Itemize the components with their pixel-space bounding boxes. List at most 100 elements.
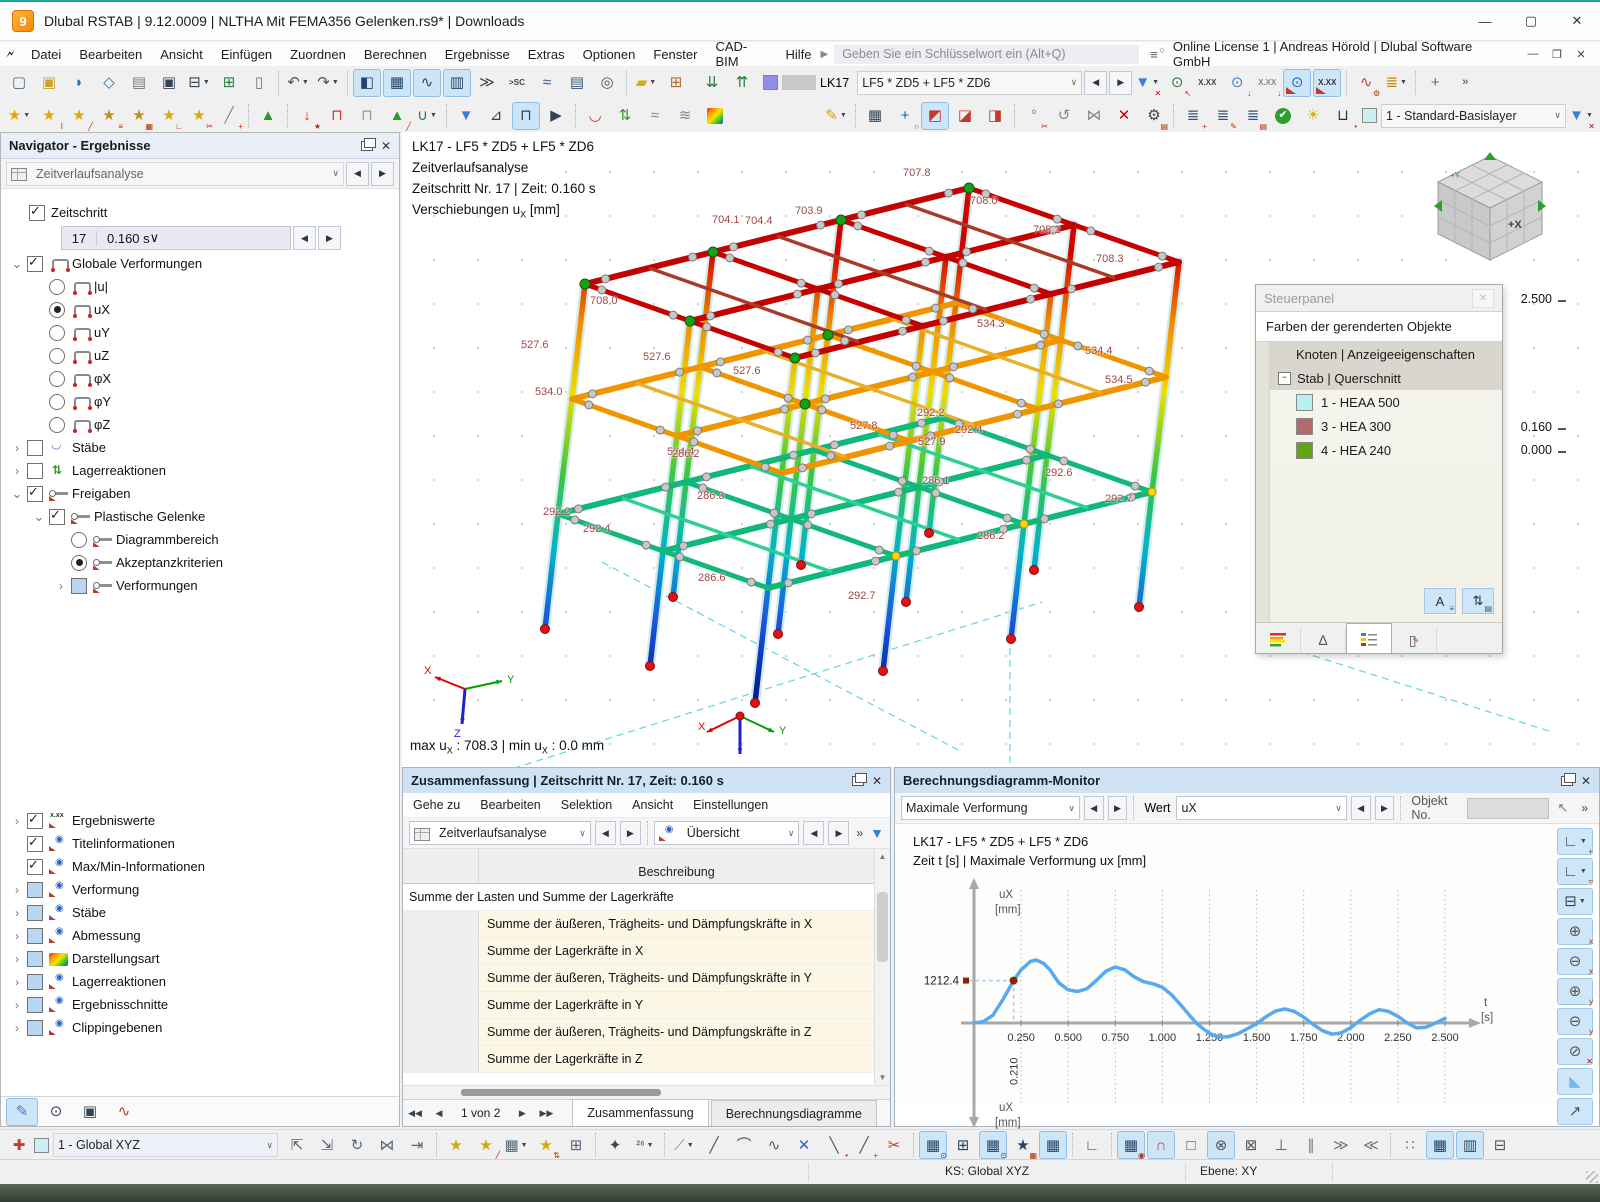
monitor-close-icon[interactable]: ✕ <box>1581 774 1591 788</box>
new-member-set-icon[interactable]: ★≡ <box>95 102 123 130</box>
timestep-number[interactable]: 17 <box>62 231 97 246</box>
summary-analysis-combo[interactable]: Zeitverlaufsanalyse∨ <box>409 821 591 845</box>
animation-icon[interactable]: ▶ <box>542 102 570 130</box>
checkbox-st-be[interactable] <box>27 905 43 921</box>
analysis-type-combo[interactable]: Zeitverlaufsanalyse∨ <box>6 162 344 186</box>
timestep-next-button[interactable]: ▶ <box>318 226 341 250</box>
summary-row-0[interactable]: Summe der Lasten und Summe der Lagerkräf… <box>403 884 874 911</box>
extend-tool-icon[interactable]: ╱+ <box>850 1131 878 1159</box>
show-result-table-icon[interactable]: ▥ <box>443 69 471 97</box>
tree-item-|u|[interactable]: |u| <box>1 275 399 298</box>
new-member-icon[interactable]: ★╱ <box>65 102 93 130</box>
mirror-block-icon[interactable]: ⋈ <box>373 1131 401 1159</box>
monitor-prev-button[interactable]: ◀ <box>1084 796 1104 820</box>
color-scale-icon[interactable] <box>701 102 729 130</box>
tree-item-ergebnisschnitte[interactable]: ›Ergebnisschnitte <box>1 993 399 1016</box>
line-tool-icon[interactable]: ╱ <box>700 1131 728 1159</box>
close-button[interactable]: ✕ <box>1554 2 1600 40</box>
divide-member-icon[interactable]: ★✂ <box>185 102 213 130</box>
member-on-nodes-icon[interactable]: ⊓ <box>323 102 351 130</box>
insert-node-icon[interactable]: ↓★ <box>293 102 321 130</box>
intersect-tool-icon[interactable]: ✕ <box>790 1131 818 1159</box>
tree-item-abmessung[interactable]: ›Abmessung <box>1 924 399 947</box>
tree-item-st-be[interactable]: ›Stäbe <box>1 436 399 459</box>
result-smoothing-sets-icon[interactable]: ≋ <box>671 102 699 130</box>
new-model-icon[interactable]: ▢ <box>5 69 33 97</box>
tree-item-uz[interactable]: uZ <box>1 344 399 367</box>
tree-item-verformung[interactable]: ›Verformung <box>1 878 399 901</box>
snap-arc-icon[interactable]: ∩ <box>1147 1131 1175 1159</box>
checkbox-darstellungsart[interactable] <box>27 951 43 967</box>
collapse-icon[interactable]: − <box>1278 372 1291 385</box>
search-collapse-icon[interactable]: ▶ <box>820 49 828 60</box>
radio-uy[interactable] <box>49 325 65 341</box>
show-deformed-icon[interactable]: ⊙↓ <box>1223 69 1251 97</box>
edit-tables-icon[interactable]: ⊞ <box>662 69 690 97</box>
radio--x[interactable] <box>49 371 65 387</box>
timestep-combo[interactable]: 17 0.160 s ∨ ◀ ▶ <box>61 226 341 250</box>
checkbox-lagerreaktionen[interactable] <box>27 463 43 479</box>
maximize-button[interactable]: ▢ <box>1508 2 1554 40</box>
mirror-tool-icon[interactable]: ⋈ <box>1080 102 1108 130</box>
radio--y[interactable] <box>49 394 65 410</box>
tab-factors[interactable]: ∆ <box>1301 627 1346 653</box>
print-icon[interactable]: ⊟▼ <box>185 69 213 97</box>
summary-row-7[interactable] <box>403 1073 874 1085</box>
checkbox-st-be[interactable] <box>27 440 43 456</box>
menu-ergebnisse[interactable]: Ergebnisse <box>436 42 519 66</box>
monitor-value-combo[interactable]: uX∨ <box>1176 796 1346 820</box>
legend-item-3-hea-300[interactable]: 3 - HEA 300 <box>1270 414 1502 438</box>
report-list-icon[interactable]: ▤ <box>563 69 591 97</box>
partial-view-icon[interactable]: ⊿ <box>482 102 510 130</box>
tab-color-scale[interactable] <box>1256 627 1301 653</box>
trim-tool-icon[interactable]: ╲• <box>820 1131 848 1159</box>
workplane-yz-icon[interactable]: ◪ <box>951 102 979 130</box>
time-history-chart[interactable]: 0.2500.5000.7501.0001.2501.5001.7502.000… <box>899 868 1539 1130</box>
show-result-values-icon[interactable]: X.XX <box>1193 69 1221 97</box>
tab-rendered-colors[interactable] <box>1346 623 1392 653</box>
show-tables-icon[interactable]: ▦ <box>383 69 411 97</box>
pan-view-icon[interactable]: + <box>1421 69 1449 97</box>
dlubal-connect-icon[interactable]: ◗ <box>65 69 93 97</box>
summary-next-button[interactable]: ▶ <box>620 821 641 845</box>
snap-perp-icon[interactable]: ⊥ <box>1267 1131 1295 1159</box>
show-diagram-icon[interactable]: ∿ <box>413 69 441 97</box>
values-on-deformed-icon[interactable]: X.XX <box>1313 69 1341 97</box>
tree-item-lagerreaktionen[interactable]: ›Lagerreaktionen <box>1 970 399 993</box>
select-special-icon[interactable]: ▦▼ <box>502 1131 530 1159</box>
doc-restore-icon[interactable]: ❐ <box>1546 48 1568 61</box>
open-project-icon[interactable]: ▣ <box>35 69 63 97</box>
tree-item-titelinformationen[interactable]: Titelinformationen <box>1 832 399 855</box>
chart-area-icon[interactable]: ◣ <box>1557 1068 1593 1095</box>
radio--z[interactable] <box>49 417 65 433</box>
checkbox-freigaben[interactable] <box>27 486 43 502</box>
legend-item-1-heaa-500[interactable]: 1 - HEAA 500 <box>1270 390 1502 414</box>
calculator-icon[interactable]: ≣▼ <box>1382 69 1410 97</box>
value-next-button[interactable]: ▶ <box>1375 796 1395 820</box>
export-sc-icon[interactable]: >SC <box>503 69 531 97</box>
resize-grip[interactable] <box>1586 1171 1598 1183</box>
offset-out-icon[interactable]: ≫ <box>1327 1131 1355 1159</box>
tab-zusammenfassung[interactable]: Zusammenfassung <box>572 1099 708 1126</box>
page-setup-icon[interactable]: ⊟ <box>1486 1131 1514 1159</box>
parallel-tool-icon[interactable]: ∥ <box>1297 1131 1325 1159</box>
import-block-icon[interactable]: ⇊ <box>698 69 726 97</box>
cad-bulb-icon[interactable]: ☀ <box>1299 102 1327 130</box>
loadcase-combo[interactable]: LF5 * ZD5 + LF5 * ZD6∨ <box>857 71 1082 95</box>
next-page-button[interactable]: ▶ <box>510 1101 534 1125</box>
summary-vscrollbar[interactable]: ▲▼ <box>874 849 890 1085</box>
float-panel-icon[interactable] <box>361 141 373 151</box>
summary-prev-button[interactable]: ◀ <box>595 821 616 845</box>
printout-report-icon[interactable]: ≫ <box>473 69 501 97</box>
more-tools-1-icon[interactable]: » <box>1451 69 1479 97</box>
pick-object-icon[interactable]: ↖ <box>1551 800 1574 816</box>
show-values-deformed-icon[interactable]: X.XX↓ <box>1253 69 1281 97</box>
menu-hilfe[interactable]: Hilfe <box>776 42 820 66</box>
analysis-prev-button[interactable]: ◀ <box>346 162 369 186</box>
layers-stack-icon[interactable]: ≈ <box>533 69 561 97</box>
filter-icon[interactable]: ▼ <box>870 825 884 841</box>
layer-edit-icon[interactable]: ≣✎ <box>1209 102 1237 130</box>
render-mode-icon[interactable]: ✎ <box>6 1098 38 1126</box>
tree-item-plastische-gelenke[interactable]: ⌄Plastische Gelenke <box>1 505 399 528</box>
menu-ansicht[interactable]: Ansicht <box>151 42 212 66</box>
